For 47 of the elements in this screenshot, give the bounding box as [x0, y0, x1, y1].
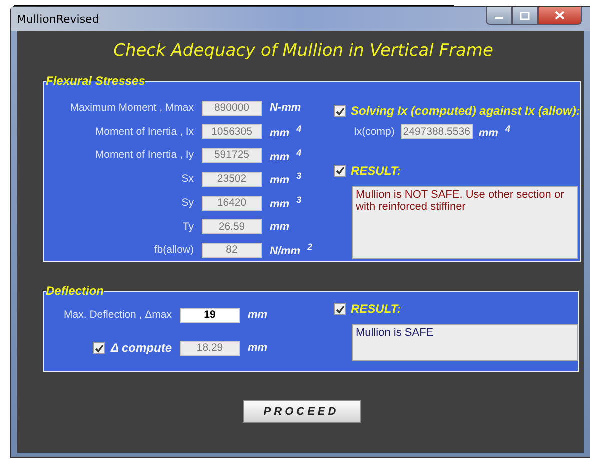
close-button[interactable] — [538, 7, 582, 25]
field-label: fb(allow) — [153, 244, 194, 256]
checkbox[interactable] — [334, 303, 346, 315]
value-field[interactable]: 18.29 — [180, 340, 240, 356]
checkbox[interactable] — [93, 342, 106, 354]
value-field[interactable]: 16420 — [202, 196, 262, 211]
unit-label: mm — [270, 220, 291, 233]
field-label: Moment of Inertia , Ix — [94, 126, 194, 138]
unit-label: N/mm $^{2}$ — [270, 242, 314, 258]
result-text-box: Mullion is NOT SAFE. Use other section or with reinforced stiffiner — [352, 186, 578, 259]
value-field[interactable]: 1056305 — [202, 124, 262, 140]
result-text-box: Mullion is SAFE — [352, 324, 578, 361]
check-label: RESULT: — [351, 164, 402, 178]
form-heading: Check Adequacy of Mullion in Vertical Frame — [112, 41, 494, 61]
maximize-button[interactable] — [512, 7, 538, 25]
checkbox[interactable] — [334, 105, 346, 117]
check-label: RESULT: — [351, 302, 402, 316]
window-title: MullionRevised — [17, 13, 100, 26]
unit-label: N-mm — [270, 102, 302, 114]
field-label: Ix(comp) — [354, 126, 395, 138]
unit-label: mm $^{3}$ — [270, 171, 303, 188]
field-label: Max. Deflection , Δmax — [63, 309, 172, 321]
minimize-button[interactable] — [486, 7, 512, 25]
field-label: Sy — [180, 197, 194, 210]
close-icon — [555, 11, 565, 20]
unit-label: mm — [248, 342, 269, 354]
unit-label: mm $^{4}$ — [270, 148, 303, 164]
check-label: Δ compute — [111, 341, 172, 355]
checkbox[interactable] — [334, 164, 346, 177]
unit-label: mm — [248, 309, 269, 321]
proceed-button[interactable]: PROCEED — [242, 400, 360, 423]
value-field[interactable]: 591725 — [202, 148, 262, 163]
field-label: Ty — [182, 220, 194, 233]
unit-label: mm $^{4}$ — [270, 124, 303, 140]
field-label: Moment of Inertia , Iy — [94, 149, 194, 162]
value-field[interactable]: 2497388.5536 — [400, 124, 473, 140]
field-label: Sx — [180, 173, 194, 186]
value-field[interactable]: 890000 — [202, 100, 262, 116]
value-field[interactable]: 19 — [180, 308, 240, 322]
value-field[interactable]: 26.59 — [202, 219, 262, 234]
maximize-icon — [520, 12, 530, 20]
unit-label: mm $^{3}$ — [270, 195, 303, 211]
value-field[interactable]: 23502 — [202, 172, 262, 187]
value-field[interactable]: 82 — [202, 242, 262, 258]
unit-label: mm $^{4}$ — [478, 124, 510, 140]
field-label: Maximum Moment , Mmax — [69, 102, 194, 114]
check-label: Solving Ix (computed) against Ix (allow): — [351, 104, 580, 118]
